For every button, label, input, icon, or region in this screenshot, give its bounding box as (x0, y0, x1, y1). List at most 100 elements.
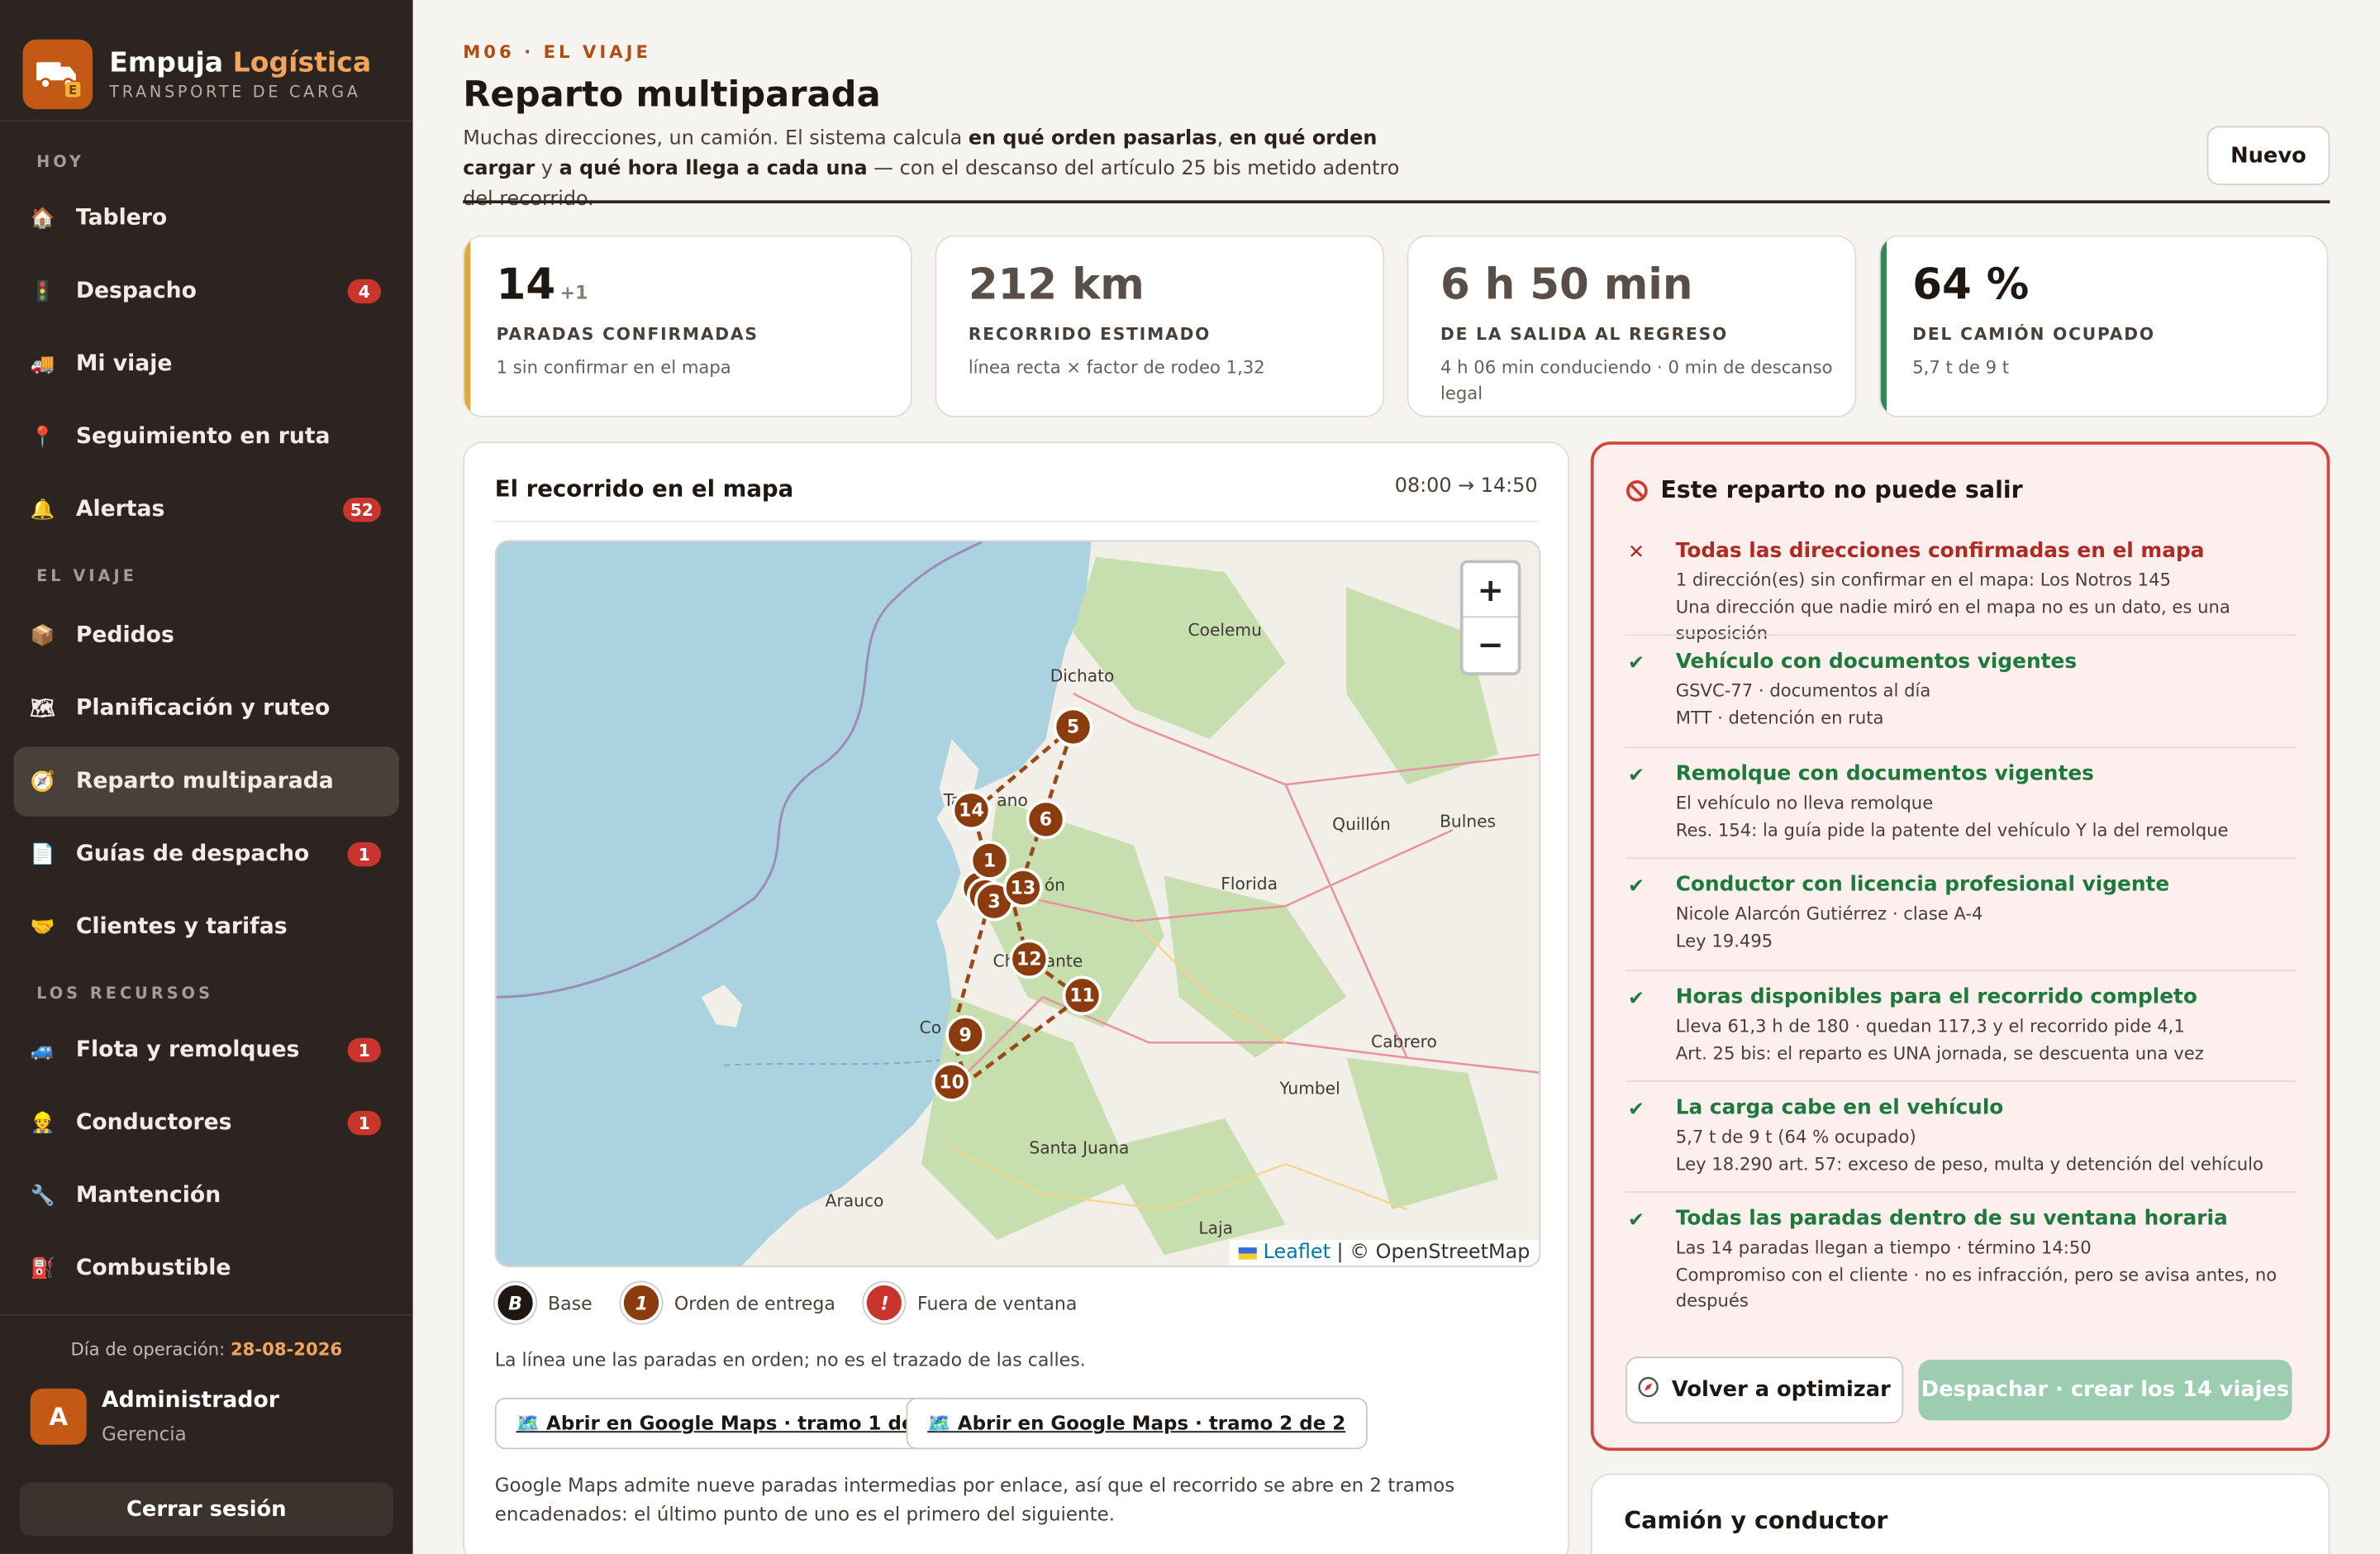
sidebar-item-label: Guías de despacho (75, 841, 310, 867)
count-badge: 1 (347, 841, 382, 867)
map-card-title: El recorrido en el mapa (494, 474, 794, 503)
check-detail: Lleva 61,3 h de 180 · quedan 117,3 y el … (1675, 1015, 2204, 1064)
prohibited-icon (1626, 479, 1648, 501)
legend-base-marker: B (494, 1282, 536, 1323)
bell-icon: 🔔 (30, 498, 55, 522)
document-icon: 📄 (30, 842, 55, 866)
zoom-control[interactable]: + − (1459, 560, 1521, 675)
svg-text:1: 1 (983, 851, 996, 871)
sidebar-item-combustible[interactable]: ⛽ Combustible (14, 1234, 400, 1304)
checkmark-icon: ✔ (1627, 1209, 1645, 1232)
count-badge: 4 (347, 279, 382, 304)
check-detail: GSVC-77 · documentos al día MTT · detenci… (1675, 679, 1931, 728)
page-title: Reparto multiparada (463, 73, 881, 116)
truck-driver-title: Camión y conductor (1624, 1507, 1888, 1535)
zoom-in-button[interactable]: + (1463, 563, 1518, 618)
check-divider (1626, 746, 2297, 749)
stat-extra: +1 (559, 282, 588, 304)
svg-text:Yumbel: Yumbel (1278, 1079, 1340, 1099)
stat-accent-bar (464, 236, 471, 417)
google-maps-note: Google Maps admite nueve paradas interme… (494, 1473, 1455, 1526)
reoptimize-button[interactable]: Volver a optimizar (1626, 1356, 1904, 1424)
check-divider (1626, 970, 2297, 971)
sidebar-item-clientes-y-tarifas[interactable]: 🤝 Clientes y tarifas (14, 893, 400, 962)
wrench-icon: 🔧 (30, 1184, 55, 1208)
svg-text:11: 11 (1069, 986, 1095, 1007)
svg-text:10: 10 (939, 1072, 964, 1093)
check-item: ✔ La carga cabe en el vehículo 5,7 t de 9 … (1626, 1096, 2293, 1178)
logout-button[interactable]: Cerrar sesión (19, 1482, 393, 1536)
stat-label: DEL CAMIÓN OCUPADO (1912, 324, 2155, 345)
zoom-out-button[interactable]: − (1464, 617, 1518, 672)
sidebar-item-planificación-y-ruteo[interactable]: 🗺 Planificación y ruteo (14, 674, 400, 743)
route-map[interactable]: Coelemu Dichato Quillón Bulnes Florida C… (494, 540, 1541, 1267)
sidebar-item-mantención[interactable]: 🔧 Mantención (14, 1161, 400, 1230)
brand-subtitle: TRANSPORTE DE CARGA (109, 83, 361, 102)
stop-marker-9[interactable]: 9 (945, 1015, 986, 1055)
stat-value: 64 % (1912, 259, 2030, 310)
map-note: La línea une las paradas en orden; no es… (494, 1349, 1086, 1370)
osm-attribution: | © OpenStreetMap (1336, 1241, 1530, 1265)
sidebar-item-pedidos[interactable]: 📦 Pedidos (14, 601, 400, 670)
checkmark-icon: ✔ (1627, 988, 1645, 1011)
dispatch-button[interactable]: Despachar · crear los 14 viajes (1918, 1359, 2292, 1421)
check-detail: Nicole Alarcón Gutiérrez · clase A-4 Ley … (1675, 903, 1983, 951)
stop-marker-12[interactable]: 12 (1009, 939, 1050, 980)
check-title: Todas las paradas dentro de su ventana h… (1675, 1206, 2228, 1231)
legend-out-of-window-marker: ! (864, 1282, 906, 1323)
svg-text:E: E (69, 83, 77, 98)
check-title: Horas disponibles para el recorrido comp… (1675, 984, 2197, 1009)
sidebar-item-label: Tablero (75, 206, 168, 231)
svg-text:Quillón: Quillón (1332, 814, 1391, 834)
svg-text:5: 5 (1067, 717, 1079, 738)
stop-marker-1[interactable]: 1 (969, 841, 1010, 880)
checkmark-icon: ✔ (1627, 652, 1645, 675)
google-maps-leg-1-button[interactable]: 🗺️ Abrir en Google Maps · tramo 1 de 2 (494, 1397, 956, 1450)
sidebar-item-alertas[interactable]: 🔔 Alertas 52 (14, 475, 400, 545)
user-role: Gerencia (102, 1422, 187, 1445)
sidebar-item-guías-de-despacho[interactable]: 📄 Guías de despacho 1 (14, 819, 400, 889)
sidebar: E Empuja Logística TRANSPORTE DE CARGA H… (0, 0, 413, 1554)
sidebar-item-label: Mantención (75, 1184, 221, 1208)
sidebar-item-despacho[interactable]: 🚦 Despacho 4 (14, 256, 400, 326)
new-button[interactable]: Nuevo (2206, 126, 2330, 185)
stop-marker-11[interactable]: 11 (1062, 975, 1102, 1016)
stat-card: 212 km RECORRIDO ESTIMADO línea recta × fa… (935, 235, 1385, 417)
stop-marker-14[interactable]: 14 (951, 790, 992, 831)
stop-marker-13[interactable]: 13 (1003, 868, 1043, 908)
legend-base-label: Base (548, 1292, 593, 1313)
sidebar-item-tablero[interactable]: 🏠 Tablero (14, 184, 400, 253)
handshake-icon: 🤝 (30, 915, 55, 939)
google-maps-leg-2-button[interactable]: 🗺️ Abrir en Google Maps · tramo 2 de 2 (906, 1397, 1367, 1450)
stop-marker-6[interactable]: 6 (1026, 799, 1066, 840)
brand: E Empuja Logística TRANSPORTE DE CARGA (0, 0, 413, 122)
checkmark-icon: ✔ (1627, 875, 1645, 899)
user-card[interactable]: A Administrador Gerencia (30, 1388, 279, 1445)
sidebar-item-conductores[interactable]: 👷 Conductores 1 (14, 1088, 400, 1157)
checkmark-icon: ✔ (1627, 1099, 1645, 1122)
stat-card: 14 +1 PARADAS CONFIRMADAS 1 sin confirmar e… (463, 235, 912, 417)
sidebar-item-mi-viaje[interactable]: 🚚 Mi viaje (14, 329, 400, 398)
house-icon: 🏠 (30, 207, 55, 231)
stop-marker-5[interactable]: 5 (1053, 707, 1093, 747)
svg-text:13: 13 (1011, 878, 1036, 899)
sidebar-item-label: Flota y remolques (75, 1037, 300, 1063)
fuel-icon: ⛽ (30, 1257, 55, 1280)
leaflet-link[interactable]: Leaflet (1264, 1242, 1330, 1265)
sidebar-item-flota-y-remolques[interactable]: 🚙 Flota y remolques 1 (14, 1015, 400, 1084)
stop-marker-10[interactable]: 10 (931, 1062, 972, 1102)
cross-icon: ✕ (1627, 541, 1645, 565)
section-los-recursos: LOS RECURSOS (36, 984, 214, 1003)
stat-detail: 4 h 06 min conduciendo · 0 min de descan… (1440, 356, 1833, 404)
sidebar-item-reparto-multiparada[interactable]: 🧭 Reparto multiparada (13, 746, 400, 817)
worker-icon: 👷 (30, 1111, 55, 1135)
sidebar-item-label: Clientes y tarifas (75, 915, 288, 940)
sidebar-item-seguimiento-en-ruta[interactable]: 📍 Seguimiento en ruta (14, 403, 400, 472)
legend-out-label: Fuera de ventana (917, 1292, 1078, 1313)
svg-text:Arauco: Arauco (826, 1191, 884, 1211)
check-divider (1626, 1080, 2297, 1082)
pin-icon: 📍 (30, 425, 55, 449)
legend-order-marker: 1 (621, 1282, 663, 1323)
check-title: Todas las direcciones confirmadas en el … (1675, 538, 2205, 564)
traffic-light-icon: 🚦 (30, 279, 55, 303)
